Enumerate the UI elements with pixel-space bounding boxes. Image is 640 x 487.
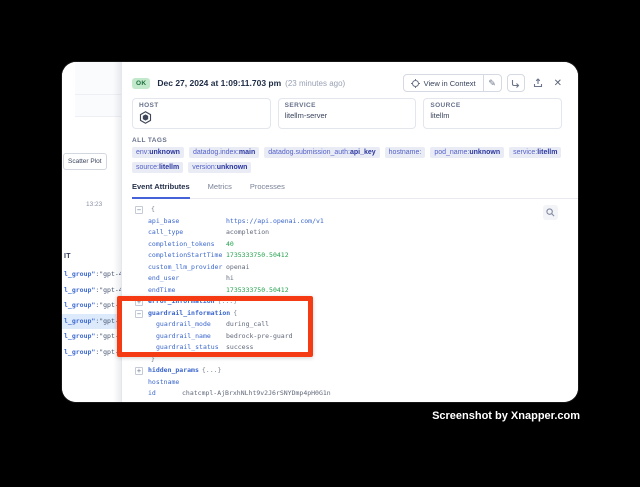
- annotation-rectangle: [117, 296, 313, 357]
- detail-tabs: Event Attributes Metrics Processes: [132, 182, 578, 199]
- attribute-key: hostname: [148, 377, 182, 389]
- relative-time: (23 minutes ago): [285, 79, 345, 88]
- attribute-value: chatcmpl-AjBrxhNLht9v2J6rSNYDmp4pH0G1n: [182, 389, 331, 397]
- event-timestamp: Dec 27, 2024 at 1:09:11.703 pm: [157, 78, 281, 88]
- view-in-context-label: View in Context: [424, 79, 476, 88]
- host-card-label: HOST: [139, 102, 264, 109]
- tree-toggle-icon[interactable]: −: [135, 402, 143, 403]
- tag-pill[interactable]: hostname:: [385, 147, 426, 158]
- attribute-key: hidden_params: [148, 365, 199, 377]
- service-card-value: litellm-server: [285, 111, 410, 120]
- attribute-punct: {: [151, 205, 155, 213]
- tree-toggle-icon[interactable]: −: [135, 206, 143, 214]
- edit-button[interactable]: ✎: [483, 75, 501, 91]
- attribute-row: custom_llm_provideropenai: [134, 262, 578, 274]
- attribute-row: call_typeacompletion: [134, 227, 578, 239]
- export-button[interactable]: [530, 74, 546, 92]
- attribute-value[interactable]: https://api.openai.com/v1: [226, 217, 324, 225]
- header-button-group: View in Context ✎: [403, 74, 502, 92]
- summary-cards: HOST SERVICE litellm-server SOURCE litel…: [132, 98, 562, 129]
- attribute-key: id: [148, 388, 182, 400]
- source-card-value: litellm: [430, 111, 555, 120]
- all-tags-section: ALL TAGS env:unknown datadog.index:main …: [132, 137, 562, 173]
- attribute-punct: {...}: [202, 366, 222, 374]
- tree-toggle-icon[interactable]: +: [135, 367, 143, 375]
- pencil-icon: ✎: [488, 78, 496, 89]
- tag-pill[interactable]: service:litellm: [509, 147, 561, 158]
- attribute-row: hostname: [134, 377, 578, 389]
- attribute-key: call_type: [148, 227, 226, 239]
- tag-pill[interactable]: source:litellm: [132, 162, 183, 173]
- tag-pill[interactable]: env:unknown: [132, 147, 184, 158]
- tags-list: env:unknown datadog.index:main datadog.s…: [132, 147, 568, 173]
- view-in-context-button[interactable]: View in Context: [404, 75, 483, 91]
- attribute-row: −{: [134, 204, 578, 216]
- tag-pill[interactable]: datadog.submission_auth:api_key: [264, 147, 379, 158]
- view-trace-button[interactable]: [507, 74, 525, 92]
- tag-pill[interactable]: version:unknown: [188, 162, 251, 173]
- attribute-key: messages: [148, 400, 179, 403]
- watermark-text: Screenshot by Xnapper.com: [432, 410, 580, 422]
- status-badge: OK: [132, 78, 150, 89]
- attribute-row: − messages[: [134, 400, 578, 403]
- all-tags-label: ALL TAGS: [132, 137, 562, 144]
- attribute-row: endTime1735333750.50412: [134, 285, 578, 297]
- event-header: OK Dec 27, 2024 at 1:09:11.703 pm (23 mi…: [132, 74, 562, 92]
- attribute-key: api_base: [148, 216, 226, 228]
- attribute-value: 40: [226, 240, 234, 248]
- event-list-header: IT: [64, 253, 71, 260]
- tag-pill[interactable]: datadog.index:main: [189, 147, 259, 158]
- close-icon: ✕: [554, 78, 562, 89]
- attribute-value: 1735333750.50412: [226, 286, 289, 294]
- attribute-punct: [: [182, 401, 186, 403]
- tab-processes[interactable]: Processes: [250, 182, 285, 198]
- source-card[interactable]: SOURCE litellm: [423, 98, 562, 129]
- screenshot-canvas: Scatter Plot 13:23 IT l_group":"gpt-4o l…: [0, 0, 640, 487]
- background-page-strip: Scatter Plot 13:23 IT l_group":"gpt-4o l…: [62, 62, 122, 402]
- tag-pill[interactable]: pod_name:unknown: [430, 147, 504, 158]
- service-card-label: SERVICE: [285, 102, 410, 109]
- trace-icon: [511, 79, 520, 88]
- attribute-key: custom_llm_provider: [148, 262, 226, 274]
- scatter-plot-button[interactable]: Scatter Plot: [63, 153, 107, 170]
- close-button[interactable]: ✕: [554, 78, 562, 89]
- time-axis-tick: 13:23: [86, 201, 102, 208]
- attribute-key: completion_tokens: [148, 239, 226, 251]
- attribute-row: end_userhi: [134, 273, 578, 285]
- attribute-value: openai: [226, 263, 249, 271]
- crosshair-icon: [411, 79, 420, 88]
- attribute-value: hi: [226, 274, 234, 282]
- attribute-value: acompletion: [226, 228, 269, 236]
- attribute-row: completion_tokens40: [134, 239, 578, 251]
- host-hexagon-icon: [139, 111, 264, 124]
- attribute-key: completionStartTime: [148, 250, 226, 262]
- attribute-row: api_basehttps://api.openai.com/v1: [134, 216, 578, 228]
- service-card[interactable]: SERVICE litellm-server: [278, 98, 417, 129]
- attribute-key: end_user: [148, 273, 226, 285]
- attribute-key: endTime: [148, 285, 226, 297]
- attribute-row: idchatcmpl-AjBrxhNLht9v2J6rSNYDmp4pH0G1n: [134, 388, 578, 400]
- export-icon: [533, 78, 543, 88]
- tab-metrics[interactable]: Metrics: [208, 182, 232, 198]
- host-card[interactable]: HOST: [132, 98, 271, 129]
- attribute-row: + hidden_params{...}: [134, 365, 578, 377]
- source-card-label: SOURCE: [430, 102, 555, 109]
- attribute-row: completionStartTime1735333750.50412: [134, 250, 578, 262]
- tab-event-attributes[interactable]: Event Attributes: [132, 182, 190, 199]
- attribute-value: 1735333750.50412: [226, 251, 289, 259]
